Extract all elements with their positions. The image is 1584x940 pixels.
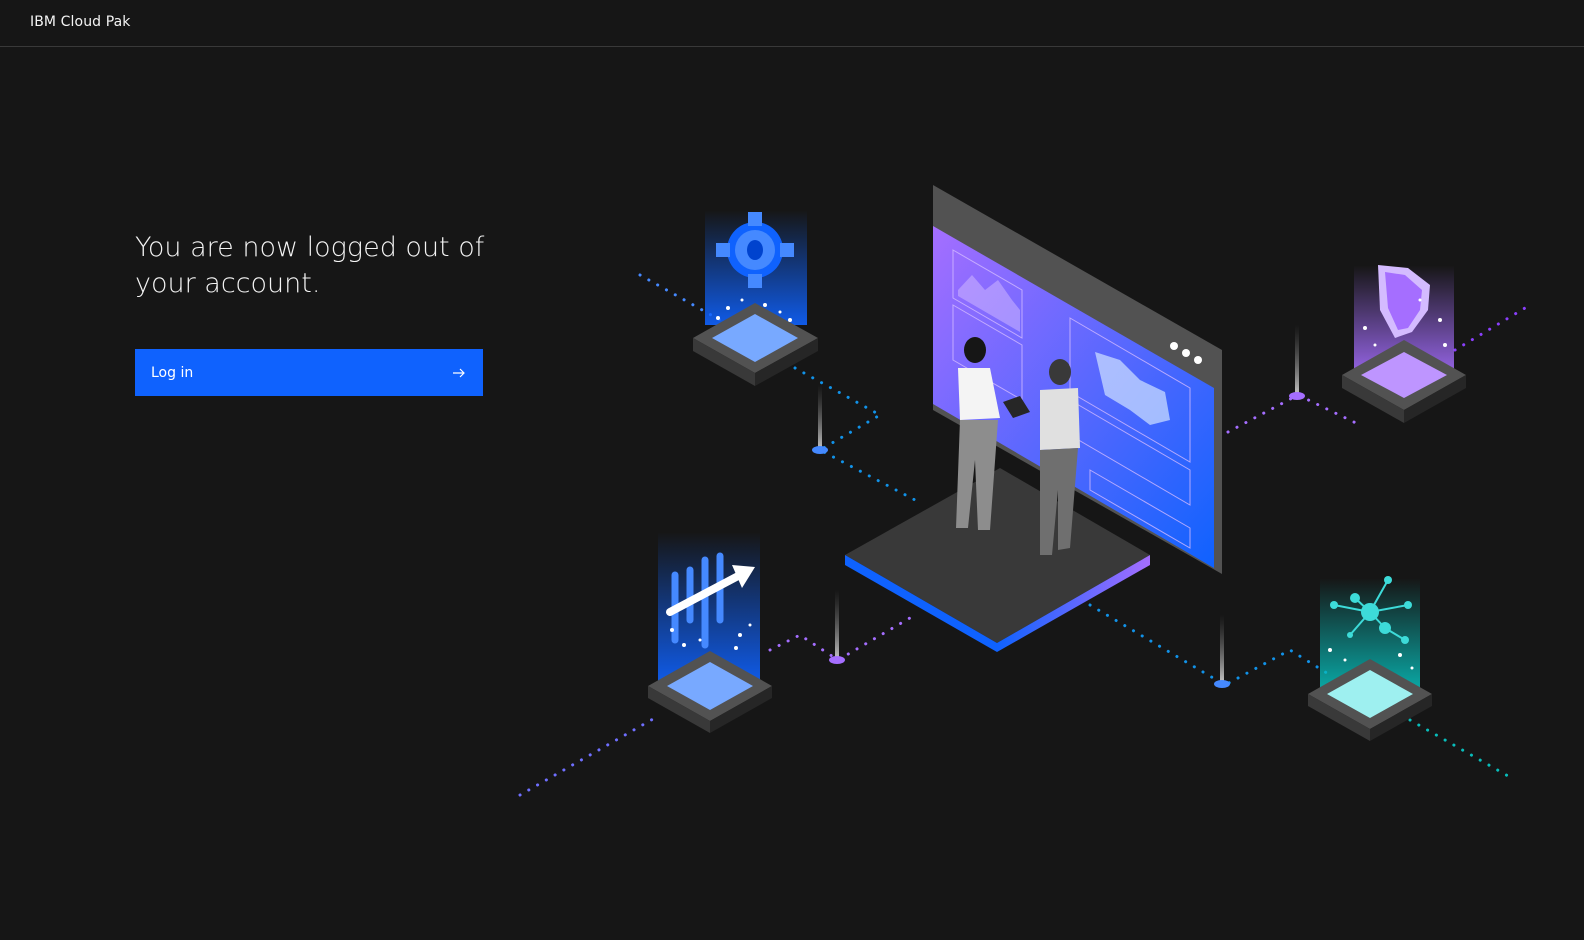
app-header: IBM Cloud Pak (0, 0, 1584, 47)
brand-name[interactable]: IBM Cloud Pak (30, 14, 131, 30)
login-button[interactable]: Log in (135, 349, 483, 396)
page-title: You are now logged out of your account. (135, 232, 485, 299)
hero-illustration (518, 185, 1532, 797)
login-button-label: Log in (151, 364, 194, 381)
arrow-right-icon (453, 368, 465, 378)
